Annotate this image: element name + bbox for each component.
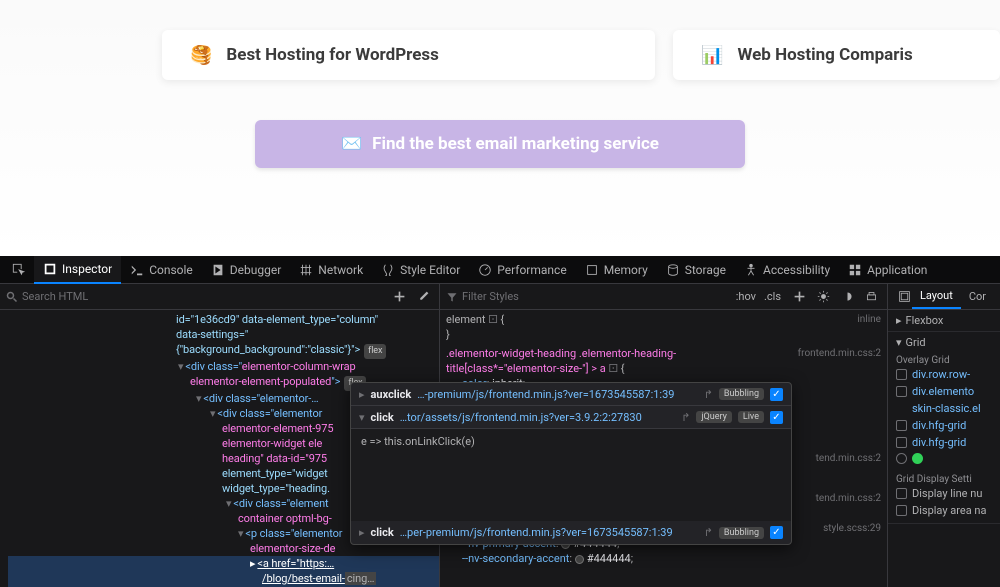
flexbox-section-header[interactable]: ▸Flexbox	[896, 314, 992, 327]
card-label: Web Hosting Comparis	[737, 45, 912, 65]
tab-style-editor[interactable]: Style Editor	[372, 256, 469, 284]
devtools: Inspector Console Debugger Network Style…	[0, 256, 1000, 587]
envelope-icon: ✉️	[341, 134, 362, 154]
print-media-icon[interactable]	[861, 287, 881, 307]
listener-toggle[interactable]: ✓	[770, 411, 783, 424]
devtools-tabbar: Inspector Console Debugger Network Style…	[0, 256, 1000, 284]
cls-toggle[interactable]: .cls	[760, 290, 785, 303]
search-html-input[interactable]: Search HTML	[6, 290, 385, 303]
flex-badge[interactable]: flex	[364, 344, 386, 359]
tab-memory[interactable]: Memory	[576, 256, 657, 284]
webpage-preview: 🥞 Best Hosting for WordPress 📊 Web Hosti…	[0, 0, 1000, 256]
tab-inspector[interactable]: Inspector	[34, 256, 121, 284]
event-row-auxclick[interactable]: ▸ auxclick …-premium/js/frontend.min.js?…	[351, 383, 791, 406]
event-row-click-2[interactable]: ▸ click …per-premium/js/frontend.min.js?…	[351, 521, 791, 544]
tab-network[interactable]: Network	[290, 256, 372, 284]
tab-console[interactable]: Console	[121, 256, 202, 284]
grid-overlay-item[interactable]: div.hfg-grid	[896, 417, 992, 434]
event-row-click[interactable]: ▾ click …tor/assets/js/frontend.min.js?v…	[351, 406, 791, 429]
bubbling-badge: Bubbling	[719, 388, 764, 400]
tab-accessibility[interactable]: Accessibility	[735, 256, 839, 284]
grid-overlay-item[interactable]: div.row.row-	[896, 366, 992, 383]
grid-section-header[interactable]: ▾Grid	[896, 336, 992, 349]
inspector-toolbar: Search HTML Filter Styles :hov .cls Layo…	[0, 284, 1000, 310]
element-picker-icon[interactable]	[4, 263, 34, 277]
bubbling-badge: Bubbling	[719, 527, 764, 539]
event-handler-code: e => this.onLinkClick(e)	[351, 429, 791, 521]
tab-application[interactable]: Application	[839, 256, 936, 284]
layout-panel-icon[interactable]	[898, 287, 912, 307]
layout-panel: ▸Flexbox ▾Grid Overlay Grid div.row.row-…	[888, 310, 1000, 587]
grid-overlay-item[interactable]: div.hfg-grid	[896, 434, 992, 451]
display-line-numbers-toggle[interactable]: Display line nu	[896, 485, 992, 502]
card-best-hosting[interactable]: 🥞 Best Hosting for WordPress	[162, 30, 655, 80]
side-tab-layout[interactable]: Layout	[912, 285, 961, 309]
side-tab-computed[interactable]: Cor	[961, 285, 994, 309]
tab-debugger[interactable]: Debugger	[202, 256, 291, 284]
eyedropper-icon[interactable]	[413, 287, 433, 307]
tab-storage[interactable]: Storage	[657, 256, 735, 284]
cta-label: Find the best email marketing service	[372, 134, 659, 154]
add-rule-icon[interactable]	[789, 287, 809, 307]
listener-toggle[interactable]: ✓	[770, 388, 783, 401]
grid-overlay-item[interactable]: div.elemento	[896, 383, 992, 400]
selected-element[interactable]: ▸<a href="https:…	[8, 556, 439, 571]
tab-performance[interactable]: Performance	[469, 256, 575, 284]
filter-styles-input[interactable]: Filter Styles	[446, 290, 732, 303]
card-label: Best Hosting for WordPress	[226, 45, 438, 65]
light-theme-icon[interactable]	[813, 287, 833, 307]
listener-toggle[interactable]: ✓	[770, 526, 783, 539]
event-listeners-popup: ▸ auxclick …-premium/js/frontend.min.js?…	[350, 382, 792, 545]
color-swatch-icon[interactable]	[896, 453, 907, 464]
live-badge: Live	[738, 411, 764, 423]
dark-theme-icon[interactable]	[837, 287, 857, 307]
display-area-names-toggle[interactable]: Display area na	[896, 502, 992, 519]
pancake-icon: 🥞	[190, 45, 212, 66]
chart-icon: 📊	[701, 45, 723, 66]
cta-email-marketing[interactable]: ✉️ Find the best email marketing service	[255, 120, 745, 168]
jquery-badge: jQuery	[696, 411, 731, 423]
color-swatch-icon[interactable]	[912, 453, 923, 464]
card-hosting-comparison[interactable]: 📊 Web Hosting Comparis	[673, 30, 1000, 80]
add-node-icon[interactable]	[389, 287, 409, 307]
hov-toggle[interactable]: :hov	[732, 290, 760, 303]
